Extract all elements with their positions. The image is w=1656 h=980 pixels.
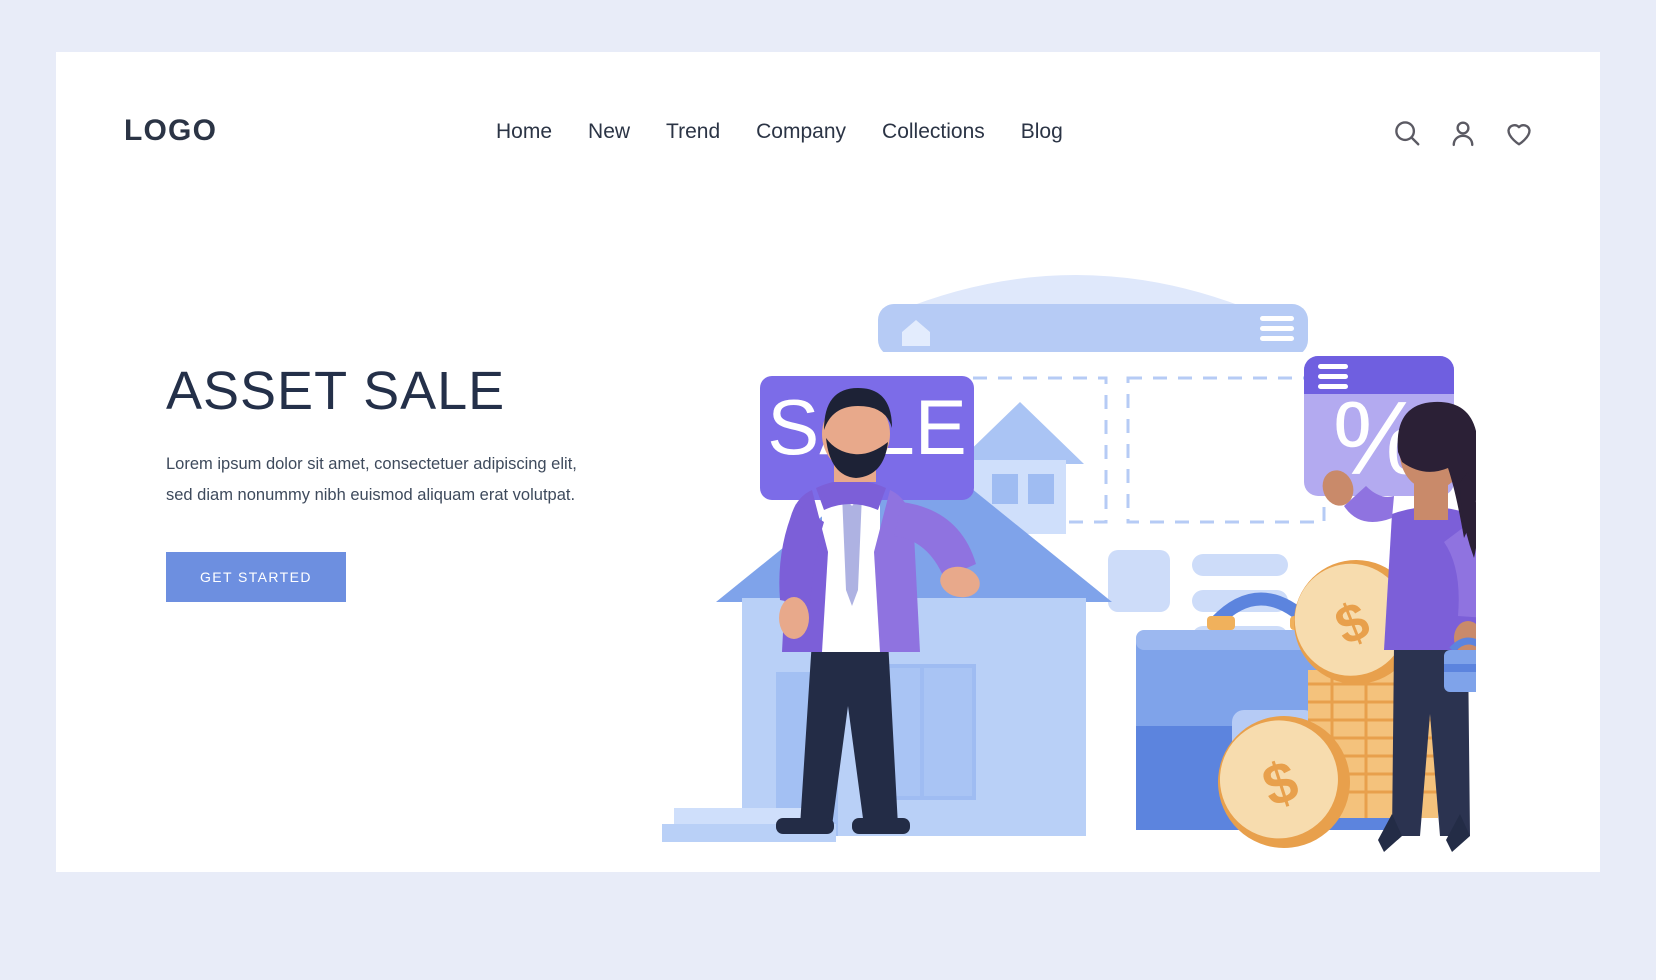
nav-link-trend[interactable]: Trend: [666, 120, 720, 144]
page-title: ASSET SALE: [166, 361, 506, 421]
hero-card: LOGO Home New Trend Company Collections …: [56, 52, 1600, 872]
navigation-bar: LOGO Home New Trend Company Collections …: [56, 52, 1600, 192]
hero-illustration: SALE %: [656, 202, 1476, 862]
nav-link-home[interactable]: Home: [496, 120, 552, 144]
nav-links: Home New Trend Company Collections Blog: [496, 120, 1063, 144]
nav-link-company[interactable]: Company: [756, 120, 846, 144]
search-icon[interactable]: [1392, 118, 1422, 148]
page-root: LOGO Home New Trend Company Collections …: [0, 0, 1656, 980]
nav-link-blog[interactable]: Blog: [1021, 120, 1063, 144]
hero-paragraph: Lorem ipsum dolor sit amet, consectetuer…: [166, 455, 577, 504]
logo[interactable]: LOGO: [124, 114, 217, 148]
get-started-button[interactable]: GET STARTED: [166, 552, 346, 603]
nav-link-new[interactable]: New: [588, 120, 630, 144]
nav-icons: [1392, 118, 1534, 148]
nav-link-collections[interactable]: Collections: [882, 120, 985, 144]
hero-text-column: ASSET SALE Lorem ipsum dolor sit amet, c…: [166, 361, 726, 603]
browser-menu-icon: [1260, 316, 1294, 341]
heart-icon[interactable]: [1504, 118, 1534, 148]
user-icon[interactable]: [1448, 118, 1478, 148]
